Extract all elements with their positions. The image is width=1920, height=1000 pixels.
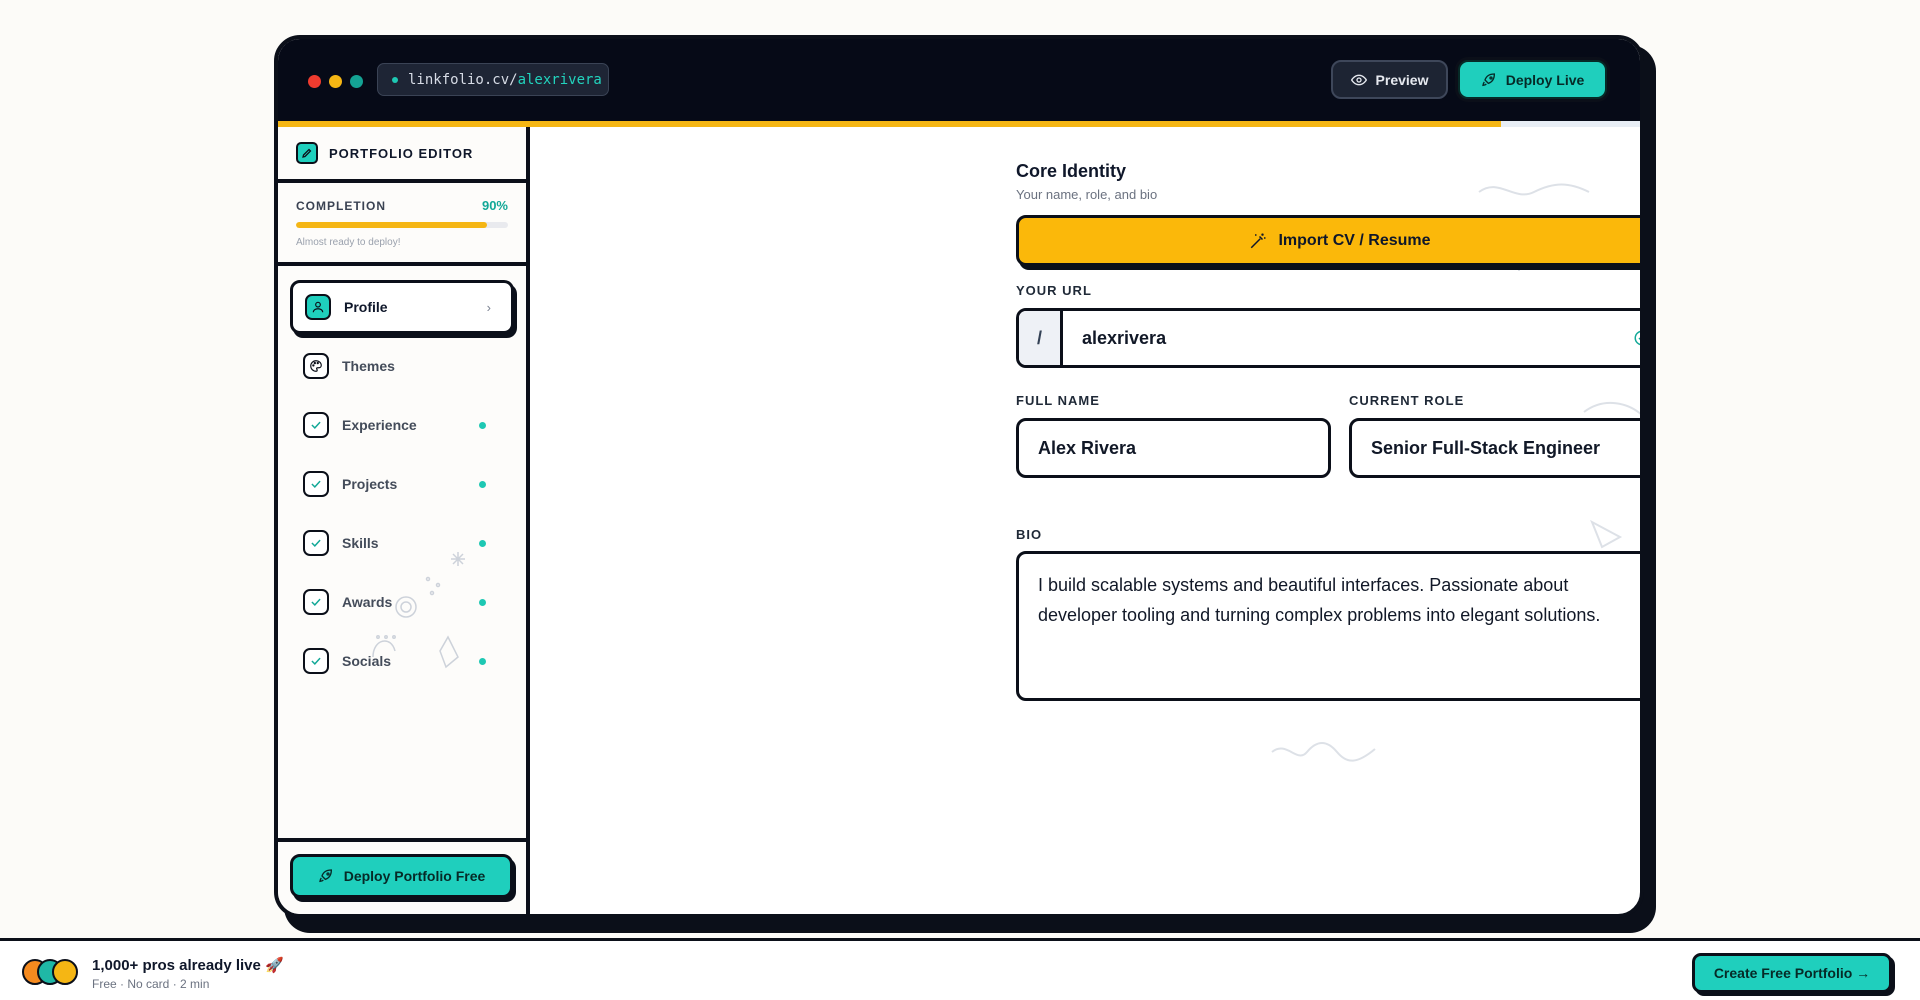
sidebar-footer: Deploy Portfolio Free [278, 838, 526, 914]
sidebar-item-skills[interactable]: Skills [290, 516, 514, 570]
current-role-input[interactable]: Senior Full-Stack Engineer [1349, 418, 1640, 478]
full-name-label: FULL NAME [1016, 393, 1100, 408]
import-cv-label: Import CV / Resume [1278, 231, 1431, 249]
minimize-window-dot[interactable] [329, 75, 342, 88]
deploy-live-label: Deploy Live [1505, 71, 1585, 88]
preview-button[interactable]: Preview [1331, 60, 1448, 99]
url-field[interactable]: / alexrivera [1016, 308, 1640, 368]
sidebar-header: PORTFOLIO EDITOR [278, 127, 526, 183]
completion-panel: COMPLETION 90% Almost ready to deploy! [278, 183, 526, 266]
complete-status-dot [479, 598, 486, 606]
check-icon [303, 648, 329, 674]
sidebar-item-themes[interactable]: Themes [290, 339, 514, 393]
deploy-live-button[interactable]: Deploy Live [1458, 60, 1607, 99]
avatar [52, 959, 78, 985]
sidebar-item-awards[interactable]: Awards [290, 575, 514, 629]
check-icon [303, 589, 329, 615]
sidebar: PORTFOLIO EDITOR COMPLETION 90% Almost r… [278, 127, 530, 914]
palette-icon [303, 353, 329, 379]
deploy-portfolio-free-button[interactable]: Deploy Portfolio Free [290, 854, 513, 898]
completion-label: COMPLETION [296, 198, 386, 213]
current-role-label: CURRENT ROLE [1349, 393, 1465, 408]
rocket-icon [318, 869, 332, 883]
complete-status-dot [479, 421, 486, 429]
user-icon [305, 294, 331, 320]
completion-track [296, 222, 508, 228]
complete-status-dot [479, 657, 486, 665]
deploy-portfolio-free-label: Deploy Portfolio Free [343, 868, 486, 884]
sidebar-item-projects[interactable]: Projects [290, 457, 514, 511]
maximize-window-dot[interactable] [350, 75, 363, 88]
avatar-stack [22, 959, 82, 987]
live-status-dot [392, 76, 398, 83]
bio-textarea[interactable]: I build scalable systems and beautiful i… [1016, 551, 1640, 701]
close-window-dot[interactable] [308, 75, 321, 88]
complete-status-dot [479, 539, 486, 547]
import-cv-button[interactable]: Import CV / Resume [1016, 215, 1640, 266]
complete-status-dot [479, 480, 486, 488]
eye-icon [1350, 74, 1367, 85]
url-slug: alexrivera [517, 71, 602, 88]
sidebar-item-label: Socials [342, 653, 392, 669]
editor-content: Core Identity Your name, role, and bio I… [534, 127, 1640, 914]
bio-label: BIO [1016, 527, 1043, 542]
url-domain: linkfolio.cv/ [408, 71, 518, 88]
sidebar-item-label: Themes [342, 358, 395, 374]
social-proof-subtitle: Free · No card · 2 min [92, 977, 210, 991]
sidebar-item-experience[interactable]: Experience [290, 398, 514, 452]
check-icon [303, 412, 329, 438]
sidebar-item-label: Projects [342, 476, 398, 492]
bottom-bar: 1,000+ pros already live 🚀 Free · No car… [0, 938, 1920, 1000]
preview-label: Preview [1375, 71, 1429, 88]
sidebar-item-label: Awards [342, 594, 393, 610]
url-input[interactable]: alexrivera [1063, 328, 1633, 349]
sidebar-item-label: Profile [344, 299, 388, 315]
check-icon [303, 530, 329, 556]
url-prefix: / [1019, 311, 1063, 365]
create-free-portfolio-button[interactable]: Create Free Portfolio → [1692, 953, 1892, 993]
address-bar[interactable]: linkfolio.cv/alexrivera [377, 63, 609, 96]
section-title: Core Identity [1016, 161, 1127, 181]
pencil-icon [296, 142, 318, 164]
social-proof-title: 1,000+ pros already live 🚀 [92, 957, 284, 974]
editor-window: linkfolio.cv/alexrivera Preview Deploy L… [274, 35, 1644, 918]
chevron-right-icon: › [486, 299, 491, 315]
doodle-decoration [1271, 742, 1376, 762]
completion-note: Almost ready to deploy! [296, 237, 401, 248]
sidebar-item-profile[interactable]: Profile › [290, 280, 514, 334]
check-icon [303, 471, 329, 497]
sidebar-item-label: Skills [342, 535, 379, 551]
completion-fill [296, 222, 487, 228]
sidebar-item-socials[interactable]: Socials [290, 634, 514, 688]
sidebar-nav: Profile › Themes Experience Projects Skills Aw… [278, 266, 526, 688]
rocket-icon [1481, 72, 1495, 86]
completion-value: 90% [481, 198, 508, 213]
magic-wand-icon [1251, 233, 1266, 248]
sidebar-item-label: Experience [342, 417, 417, 433]
full-name-input[interactable]: Alex Rivera [1016, 418, 1331, 478]
titlebar: linkfolio.cv/alexrivera Preview Deploy L… [278, 39, 1640, 121]
check-circle-icon [1634, 330, 1640, 346]
section-subtitle: Your name, role, and bio [1016, 187, 1158, 202]
sidebar-title: PORTFOLIO EDITOR [329, 145, 474, 161]
url-field-label: YOUR URL [1016, 283, 1092, 298]
